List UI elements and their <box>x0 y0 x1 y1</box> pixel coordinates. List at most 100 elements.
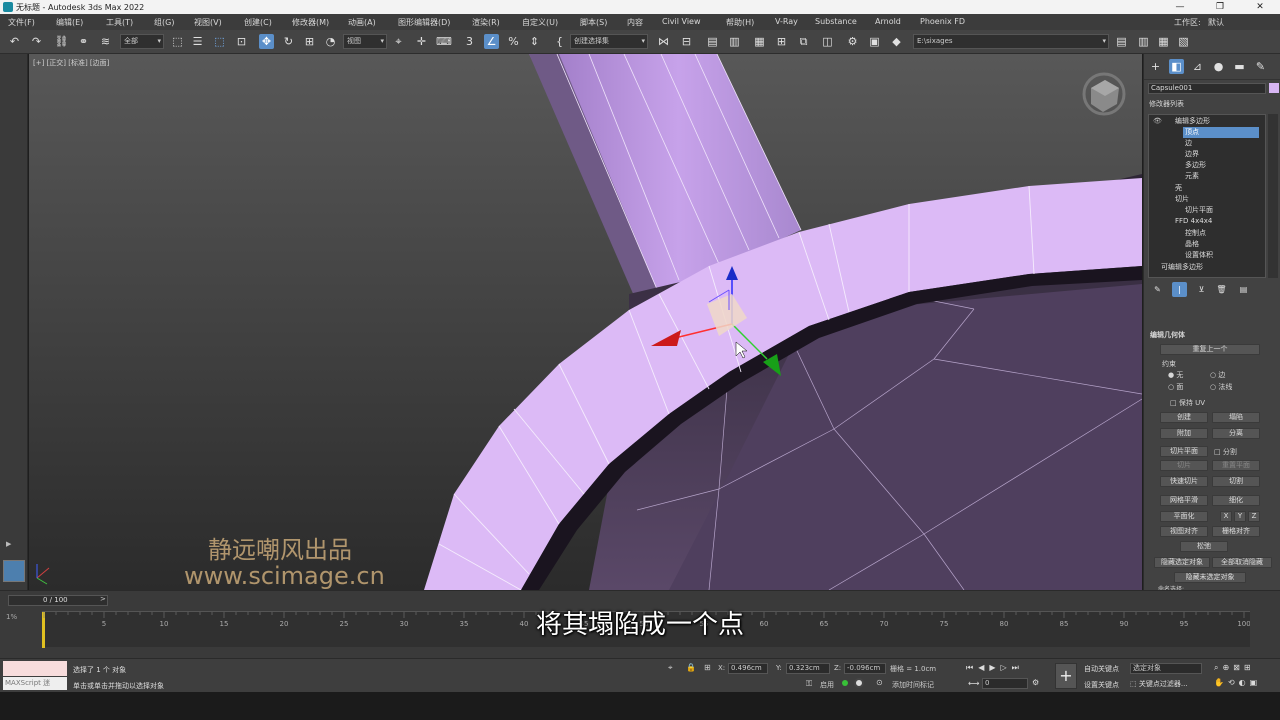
keyboard-shortcut-icon[interactable]: ⌨ <box>436 34 452 49</box>
stack-row[interactable]: 设置体积 <box>1149 250 1265 261</box>
link-icon[interactable]: ⛓ <box>54 34 69 49</box>
modifier-stack[interactable]: 编辑多边形 顶点 边 边界 多边形 元素 壳 切片 切片平面 FFD 4x4x4… <box>1148 114 1266 278</box>
workspace-dropdown[interactable]: 默认 <box>1208 17 1224 28</box>
stack-row[interactable]: 切片 <box>1149 194 1265 205</box>
msmooth-button[interactable]: 网格平滑 <box>1160 495 1208 506</box>
rotate-icon[interactable]: ↻ <box>281 34 296 49</box>
planarize-y-button[interactable]: Y <box>1234 511 1246 522</box>
menu-views[interactable]: 视图(V) <box>194 17 222 28</box>
scene-explorer-icon[interactable]: ▤ <box>705 34 720 49</box>
maximize-button[interactable]: ❐ <box>1200 0 1240 14</box>
menu-graph-editors[interactable]: 图形编辑器(D) <box>398 17 450 28</box>
playback-controls[interactable]: ⏮◀▶▷⏭ <box>966 663 1024 673</box>
schematic-view-icon[interactable]: ⧉ <box>796 34 811 49</box>
render-setup-icon[interactable]: ⚙ <box>845 34 860 49</box>
quickslice-button[interactable]: 快速切片 <box>1160 476 1208 487</box>
object-name-field[interactable]: Capsule001 <box>1148 83 1266 94</box>
stack-row[interactable]: 多边形 <box>1149 160 1265 171</box>
menu-phoenix[interactable]: Phoenix FD <box>920 17 965 26</box>
object-color-swatch[interactable] <box>1269 83 1279 93</box>
set-key-big-button[interactable]: + <box>1055 663 1077 689</box>
utilities-tab-icon[interactable]: ✎ <box>1253 59 1268 74</box>
collapse-button[interactable]: 塌陷 <box>1212 412 1260 423</box>
menu-arnold[interactable]: Arnold <box>875 17 901 26</box>
absolute-mode-icon[interactable]: ⊞ <box>704 663 711 672</box>
make-unique-icon[interactable]: ⊻ <box>1194 282 1209 297</box>
z-coord-field[interactable]: -0.096cm <box>844 663 886 674</box>
menu-modifiers[interactable]: 修改器(M) <box>292 17 329 28</box>
remove-modifier-icon[interactable]: 🗑 <box>1214 282 1229 297</box>
menu-create[interactable]: 创建(C) <box>244 17 272 28</box>
unlink-icon[interactable]: ⚭ <box>76 34 91 49</box>
rendered-frame-icon[interactable]: ▣ <box>867 34 882 49</box>
pin-stack-icon[interactable]: ✎ <box>1150 282 1165 297</box>
placement-icon[interactable]: ◔ <box>323 34 338 49</box>
add-time-tag[interactable]: 添加时间标记 <box>892 680 934 690</box>
toolbar-extra-icon-4[interactable]: ▧ <box>1176 34 1191 49</box>
curve-editor-icon[interactable]: ⊞ <box>774 34 789 49</box>
stack-row[interactable]: 可编辑多边形 <box>1149 262 1265 273</box>
time-config-icon[interactable]: ⚙ <box>1032 678 1039 687</box>
stack-row[interactable]: 控制点 <box>1149 228 1265 239</box>
constraint-none-radio[interactable]: ● 无 <box>1168 370 1183 380</box>
menu-help[interactable]: 帮助(H) <box>726 17 754 28</box>
toolbar-extra-icon-3[interactable]: ▦ <box>1156 34 1171 49</box>
toolbar-extra-icon-1[interactable]: ▤ <box>1114 34 1129 49</box>
viewport-layout-icon[interactable] <box>3 560 25 582</box>
named-selection-icon[interactable]: { <box>552 34 567 49</box>
close-button[interactable]: ✕ <box>1240 0 1280 14</box>
menu-civil-view[interactable]: Civil View <box>662 17 701 26</box>
select-object-icon[interactable]: ⬚ <box>170 34 185 49</box>
perspective-viewport[interactable]: [+] [正交] [标准] [边面] <box>29 54 1142 590</box>
stack-row[interactable]: 边界 <box>1149 149 1265 160</box>
scale-icon[interactable]: ⊞ <box>302 34 317 49</box>
relax-button[interactable]: 松弛 <box>1180 541 1228 552</box>
toolbar-extra-icon-2[interactable]: ▥ <box>1136 34 1151 49</box>
viewport-scene[interactable] <box>29 54 1142 590</box>
maxscript-mini-field[interactable]: MAXScript 迷 <box>3 677 67 690</box>
planarize-z-button[interactable]: Z <box>1248 511 1260 522</box>
menu-rendering[interactable]: 渲染(R) <box>472 17 500 28</box>
set-key-button[interactable]: 设置关键点 <box>1084 680 1119 690</box>
modifier-list-dropdown[interactable]: 修改器列表 <box>1149 99 1184 109</box>
menu-customize[interactable]: 自定义(U) <box>522 17 558 28</box>
menu-file[interactable]: 文件(F) <box>8 17 35 28</box>
redo-icon[interactable]: ↷ <box>29 34 44 49</box>
key-icon[interactable]: ⚿ <box>806 679 812 689</box>
realtime-icon[interactable] <box>854 678 864 688</box>
menu-edit[interactable]: 编辑(E) <box>56 17 83 28</box>
stack-row[interactable]: 切片平面 <box>1149 205 1265 216</box>
configure-sets-icon[interactable]: ▤ <box>1236 282 1251 297</box>
layer-explorer-icon[interactable]: ▥ <box>727 34 742 49</box>
stack-row[interactable]: 顶点 <box>1149 127 1265 138</box>
pivot-center-icon[interactable]: ⌖ <box>391 34 406 49</box>
isolate-icon[interactable]: ⌖ <box>668 663 673 673</box>
align-icon[interactable]: ⊟ <box>679 34 694 49</box>
select-by-name-icon[interactable]: ☰ <box>190 34 205 49</box>
timeline-zoom-icon[interactable]: 1% <box>6 613 17 621</box>
stack-row[interactable]: 晶格 <box>1149 239 1265 250</box>
view-align-button[interactable]: 视图对齐 <box>1160 526 1208 537</box>
stack-row[interactable]: FFD 4x4x4 <box>1149 217 1265 228</box>
menu-content[interactable]: 内容 <box>627 17 643 28</box>
viewport-nav-icons-row2[interactable]: ✋⟲◐▣ <box>1214 678 1261 687</box>
render-icon[interactable]: ◆ <box>889 34 904 49</box>
planarize-button[interactable]: 平面化 <box>1160 511 1208 522</box>
menu-scripting[interactable]: 脚本(S) <box>580 17 607 28</box>
hierarchy-tab-icon[interactable]: ⊿ <box>1190 59 1205 74</box>
constraint-face-radio[interactable]: ○ 面 <box>1168 382 1183 392</box>
time-slider[interactable]: 0 / 100 <box>8 595 108 606</box>
split-checkbox[interactable]: □ 分割 <box>1214 447 1237 457</box>
rect-region-icon[interactable]: ⬚ <box>212 34 227 49</box>
reset-plane-button[interactable]: 重置平面 <box>1212 460 1260 471</box>
show-end-result-icon[interactable]: | <box>1172 282 1187 297</box>
display-tab-icon[interactable]: ▬ <box>1232 59 1247 74</box>
viewcube-icon[interactable] <box>1082 72 1126 116</box>
hide-unselected-button[interactable]: 隐藏未选定对象 <box>1174 572 1246 583</box>
snaps-toggle-icon[interactable]: 3 <box>462 34 477 49</box>
mirror-icon[interactable]: ⋈ <box>656 34 671 49</box>
slice-button[interactable]: 切片 <box>1160 460 1208 471</box>
viewport-label[interactable]: [+] [正交] [标准] [边面] <box>33 58 109 68</box>
stack-row[interactable]: 编辑多边形 <box>1149 116 1265 127</box>
motion-tab-icon[interactable]: ● <box>1211 59 1226 74</box>
